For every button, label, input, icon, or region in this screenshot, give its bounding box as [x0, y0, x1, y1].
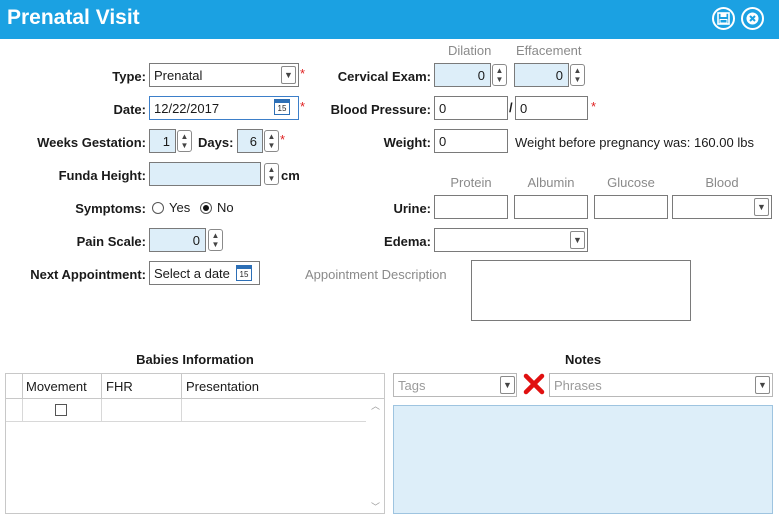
urine-glucose-input[interactable]: [594, 195, 668, 219]
pain-scale-input[interactable]: 0: [149, 228, 206, 252]
next-appointment-label: Next Appointment:: [30, 267, 146, 282]
weight-note: Weight before pregnancy was: 160.00 lbs: [515, 135, 754, 150]
notes-title: Notes: [564, 352, 602, 367]
funda-spinner[interactable]: ▲ ▼: [264, 163, 279, 185]
dilation-spinner[interactable]: ▲ ▼: [492, 64, 507, 86]
weight-label: Weight:: [383, 135, 431, 150]
tags-placeholder: Tags: [398, 377, 426, 393]
weeks-value: 1: [162, 133, 170, 149]
weeks-spinner[interactable]: ▲ ▼: [177, 130, 192, 152]
funda-unit: cm: [281, 168, 300, 183]
edema-select[interactable]: [434, 228, 588, 252]
days-spinner[interactable]: ▲ ▼: [264, 130, 279, 152]
bp-diastolic-input[interactable]: 0: [515, 96, 588, 120]
type-value: Prenatal: [154, 67, 203, 83]
effacement-header: Effacement: [516, 43, 582, 58]
save-button[interactable]: [712, 7, 735, 30]
phrases-select[interactable]: Phrases: [549, 373, 773, 397]
weeks-gestation-input[interactable]: 1: [149, 129, 176, 153]
dilation-header: Dilation: [448, 43, 492, 58]
babies-scrollbar[interactable]: ︿ ﹀: [368, 399, 383, 513]
radio-checked-icon: [200, 201, 212, 214]
required-marker: *: [280, 132, 286, 147]
weight-value: 0: [439, 133, 447, 149]
pain-spinner[interactable]: ▲ ▼: [208, 229, 223, 251]
days-input[interactable]: 6: [237, 129, 263, 153]
chevron-down-icon[interactable]: ▼: [281, 66, 296, 84]
symptoms-yes-radio[interactable]: Yes: [152, 200, 190, 215]
urine-protein-input[interactable]: [434, 195, 508, 219]
column-header-fhr[interactable]: FHR: [106, 379, 133, 394]
save-icon: [717, 12, 730, 25]
effacement-input[interactable]: 0: [514, 63, 569, 87]
movement-checkbox[interactable]: [55, 404, 67, 416]
bp-separator: /: [509, 100, 513, 115]
notes-textarea[interactable]: [393, 405, 773, 514]
appointment-description-label: Appointment Description: [305, 267, 447, 282]
bp-systolic-value: 0: [439, 100, 447, 116]
scroll-down-icon[interactable]: ﹀: [371, 500, 380, 513]
calendar-day: 15: [239, 270, 249, 279]
dilation-input[interactable]: 0: [434, 63, 491, 87]
babies-information-title: Babies Information: [136, 352, 254, 367]
bp-systolic-input[interactable]: 0: [434, 96, 508, 120]
pain-value: 0: [192, 232, 200, 248]
radio-unchecked-icon: [152, 201, 164, 214]
edema-label: Edema:: [384, 234, 431, 249]
babies-grid-header: Movement FHR Presentation: [6, 374, 384, 399]
blood-pressure-label: Blood Pressure:: [330, 102, 431, 117]
urine-glucose-header: Glucose: [607, 175, 655, 190]
window-title: Prenatal Visit: [7, 6, 140, 29]
funda-height-input[interactable]: [149, 162, 261, 186]
urine-blood-header: Blood: [705, 175, 739, 190]
close-icon: [746, 12, 759, 25]
appointment-description-input[interactable]: [471, 260, 691, 321]
column-header-presentation[interactable]: Presentation: [186, 379, 259, 394]
scroll-up-icon[interactable]: ︿: [371, 399, 380, 412]
weight-input[interactable]: 0: [434, 129, 508, 153]
pain-scale-label: Pain Scale:: [76, 234, 146, 249]
calendar-day: 15: [277, 104, 287, 113]
urine-label: Urine:: [393, 201, 431, 216]
red-x-icon: [523, 373, 545, 395]
dilation-value: 0: [477, 67, 485, 83]
column-header-movement[interactable]: Movement: [26, 379, 87, 394]
chevron-down-icon[interactable]: ▼: [755, 376, 770, 394]
close-button[interactable]: [741, 7, 764, 30]
type-select[interactable]: Prenatal: [149, 63, 299, 87]
days-value: 6: [249, 133, 257, 149]
date-label: Date:: [113, 102, 146, 117]
type-label: Type:: [112, 69, 146, 84]
weeks-gestation-label: Weeks Gestation:: [37, 135, 146, 150]
bp-diastolic-value: 0: [520, 100, 528, 116]
calendar-icon[interactable]: 15: [274, 99, 290, 115]
chevron-down-icon[interactable]: ▼: [754, 198, 769, 216]
table-row[interactable]: [6, 399, 366, 422]
next-appointment-placeholder: Select a date: [154, 265, 230, 281]
babies-grid: Movement FHR Presentation ︿ ﹀: [5, 373, 385, 514]
calendar-icon[interactable]: 15: [236, 265, 252, 281]
funda-height-label: Funda Height:: [58, 168, 146, 183]
urine-albumin-input[interactable]: [514, 195, 588, 219]
required-marker: *: [591, 99, 597, 114]
effacement-spinner[interactable]: ▲ ▼: [570, 64, 585, 86]
symptoms-yes-label: Yes: [169, 200, 191, 215]
cervical-exam-label: Cervical Exam:: [337, 69, 431, 84]
symptoms-label: Symptoms:: [75, 201, 146, 216]
chevron-down-icon[interactable]: ▼: [570, 231, 585, 249]
date-value: 12/22/2017: [154, 100, 220, 116]
symptoms-no-radio[interactable]: No: [200, 200, 234, 215]
effacement-value: 0: [555, 67, 563, 83]
days-label: Days:: [198, 135, 234, 150]
urine-albumin-header: Albumin: [527, 175, 575, 190]
tags-select[interactable]: Tags: [393, 373, 517, 397]
chevron-down-icon[interactable]: ▼: [500, 376, 515, 394]
clear-tags-button[interactable]: [523, 373, 545, 398]
phrases-placeholder: Phrases: [554, 377, 602, 393]
urine-protein-header: Protein: [450, 175, 492, 190]
symptoms-no-label: No: [217, 200, 234, 215]
